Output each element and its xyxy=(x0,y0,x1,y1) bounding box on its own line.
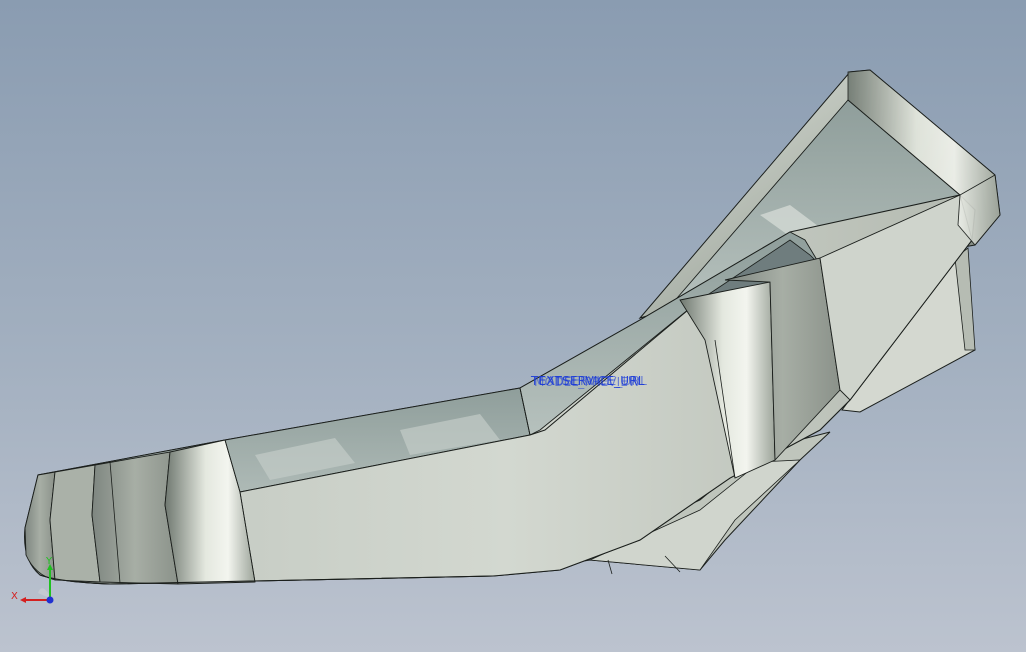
cad-viewport[interactable]: MODEL_PREVIEW CADSERVICE_URL TEXTSERVICE… xyxy=(0,0,1026,652)
y-axis-label: Y xyxy=(45,556,53,567)
z-axis-dot xyxy=(46,596,54,604)
x-axis-label: X xyxy=(11,591,18,602)
overlay-text-label: TEXTSERVICE_URL xyxy=(531,374,645,388)
axis-triad[interactable]: X Y xyxy=(8,553,68,613)
3d-model-render[interactable] xyxy=(0,0,1026,652)
x-axis-arrowhead xyxy=(20,597,26,603)
